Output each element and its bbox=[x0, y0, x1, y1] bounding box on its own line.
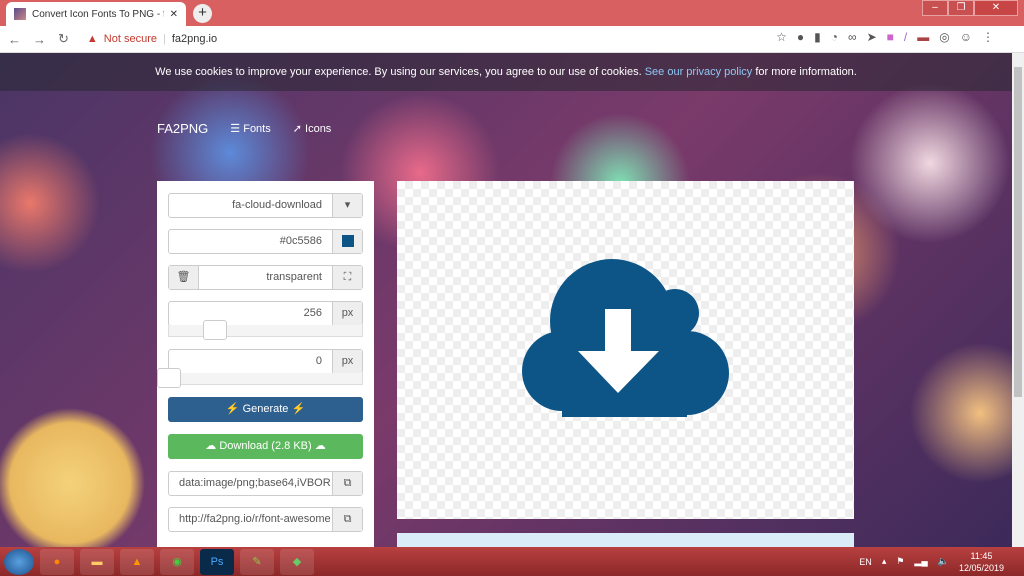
close-tab-icon[interactable]: ✕ bbox=[170, 9, 178, 20]
desc-icon[interactable]: ▬ bbox=[917, 30, 929, 44]
nav-fonts-label: Fonts bbox=[243, 123, 271, 135]
icon-preview bbox=[397, 181, 854, 519]
reload-icon[interactable]: ↻ bbox=[58, 31, 69, 47]
cloud-download-icon bbox=[522, 259, 729, 417]
data-uri-value: data:image/png;base64,iVBOR bbox=[179, 477, 331, 489]
back-icon[interactable]: ← bbox=[8, 32, 21, 47]
browser-tab[interactable]: Convert Icon Fonts To PNG - fa2png ✕ bbox=[6, 2, 186, 26]
generate-button[interactable]: ⚡ Generate ⚡ bbox=[168, 397, 363, 422]
url-text: fa2png.io bbox=[171, 33, 218, 45]
extension-icons: ☆ ● ▮ ◔ ∞ ➤ ■ / ▬ ◎ ☺ ⋮ bbox=[776, 30, 994, 44]
forward-icon[interactable]: → bbox=[33, 32, 46, 47]
infinity-icon[interactable]: ∞ bbox=[848, 30, 857, 44]
scrollbar[interactable] bbox=[1012, 53, 1024, 547]
privacy-policy-link[interactable]: See our privacy policy bbox=[645, 66, 753, 78]
options-panel: fa-cloud-download ▾ #0c5586 🗑 transparent ⛶… bbox=[157, 181, 374, 547]
info-box bbox=[397, 533, 854, 547]
nav-fonts[interactable]: ☰ Fonts bbox=[230, 122, 270, 135]
nav-icons-label: Icons bbox=[305, 123, 332, 135]
data-uri-field[interactable]: data:image/png;base64,iVBOR ⧉ bbox=[168, 471, 363, 496]
restore-button[interactable]: ❐ bbox=[948, 0, 974, 16]
padding-unit: px bbox=[332, 350, 362, 373]
minimize-button[interactable]: – bbox=[922, 0, 948, 16]
show-hidden-icons[interactable]: ▴ bbox=[882, 556, 887, 567]
copy-icon[interactable]: ⧉ bbox=[332, 508, 362, 531]
extension-icon[interactable]: ▮ bbox=[814, 30, 821, 44]
tab-bar: Convert Icon Fonts To PNG - fa2png ✕ + –… bbox=[0, 0, 1024, 26]
brand-logo[interactable]: FA2PNG bbox=[157, 121, 208, 136]
color-swatch[interactable] bbox=[332, 230, 362, 253]
tab-title: Convert Icon Fonts To PNG - fa2png bbox=[32, 8, 164, 20]
url-field[interactable]: ▲ Not secure | fa2png.io bbox=[87, 33, 217, 45]
chrome-icon[interactable]: ◉ bbox=[160, 548, 194, 575]
size-value: 256 bbox=[303, 307, 322, 319]
page: We use cookies to improve your experienc… bbox=[0, 53, 1012, 547]
nav-icons[interactable]: ➚ Icons bbox=[293, 122, 332, 135]
size-input[interactable]: 256 px bbox=[168, 301, 363, 326]
slider-handle[interactable] bbox=[157, 368, 181, 388]
color-icon[interactable]: ■ bbox=[887, 30, 894, 44]
cookie-suffix: for more information. bbox=[755, 66, 857, 78]
photoshop-icon[interactable]: Ps bbox=[200, 548, 234, 575]
not-secure-label[interactable]: Not secure bbox=[104, 33, 157, 45]
copy-icon[interactable]: ⧉ bbox=[332, 472, 362, 495]
background-input[interactable]: 🗑 transparent ⛶ bbox=[168, 265, 363, 290]
language-indicator[interactable]: EN bbox=[859, 557, 872, 567]
start-button[interactable] bbox=[4, 548, 34, 575]
padding-input[interactable]: 0 px bbox=[168, 349, 363, 374]
link-field[interactable]: http://fa2png.io/r/font-awesome ⧉ bbox=[168, 507, 363, 532]
extension-icon[interactable]: ● bbox=[797, 30, 804, 44]
network-icon[interactable]: ▂▄ bbox=[914, 556, 927, 567]
cookie-text: We use cookies to improve your experienc… bbox=[155, 66, 642, 78]
star-icon[interactable]: ☆ bbox=[776, 30, 787, 44]
favicon-icon bbox=[14, 8, 26, 20]
trash-icon[interactable]: 🗑 bbox=[169, 266, 199, 289]
download-button[interactable]: ☁ Download (2.8 KB) ☁ bbox=[168, 434, 363, 459]
system-tray: EN ▴ ⚑ ▂▄ 🔈 11:45 12/05/2019 bbox=[859, 547, 1004, 576]
icon-name-value: fa-cloud-download bbox=[232, 199, 322, 211]
extension-icon[interactable]: ◎ bbox=[939, 30, 949, 44]
taskbar: ● ▬ ▲ ◉ Ps ✎ ◆ EN ▴ ⚑ ▂▄ 🔈 11:45 12/05/20… bbox=[0, 547, 1024, 576]
padding-slider[interactable] bbox=[157, 368, 363, 388]
feather-icon[interactable]: / bbox=[904, 30, 907, 44]
generate-label: Generate bbox=[242, 403, 289, 415]
volume-icon[interactable]: 🔈 bbox=[938, 556, 949, 567]
close-window-button[interactable]: ✕ bbox=[974, 0, 1018, 16]
flag-icon[interactable]: ⚑ bbox=[896, 556, 904, 567]
color-value: #0c5586 bbox=[279, 235, 322, 247]
download-label: Download (2.8 KB) bbox=[219, 440, 312, 452]
warning-icon: ▲ bbox=[86, 33, 98, 45]
vlc-icon[interactable]: ▲ bbox=[120, 548, 154, 575]
speed-icon[interactable]: ◔ bbox=[831, 30, 838, 44]
avatar[interactable]: ☺ bbox=[960, 30, 972, 44]
color-input[interactable]: #0c5586 bbox=[168, 229, 363, 254]
background-value: transparent bbox=[266, 271, 322, 283]
cursor-icon[interactable]: ➤ bbox=[867, 30, 877, 44]
time: 11:45 bbox=[970, 550, 993, 561]
firefox-icon[interactable]: ● bbox=[40, 548, 74, 575]
slider-handle[interactable] bbox=[203, 320, 228, 340]
menu-icon[interactable]: ⋮ bbox=[982, 30, 994, 44]
clock[interactable]: 11:45 12/05/2019 bbox=[959, 550, 1004, 574]
network-app-icon[interactable]: ◆ bbox=[280, 548, 314, 575]
new-tab-button[interactable]: + bbox=[193, 4, 212, 23]
link-value: http://fa2png.io/r/font-awesome bbox=[179, 513, 331, 525]
padding-value: 0 bbox=[315, 355, 322, 367]
explorer-icon[interactable]: ▬ bbox=[80, 548, 114, 575]
chevron-down-icon[interactable]: ▾ bbox=[332, 194, 362, 217]
top-nav: FA2PNG ☰ Fonts ➚ Icons bbox=[157, 121, 331, 136]
cookie-banner: We use cookies to improve your experienc… bbox=[0, 53, 1012, 91]
transparent-toggle-icon[interactable]: ⛶ bbox=[332, 266, 362, 289]
size-slider[interactable] bbox=[168, 320, 363, 340]
icon-select[interactable]: fa-cloud-download ▾ bbox=[168, 193, 363, 218]
date: 12/05/2019 bbox=[958, 562, 1004, 573]
notepad-icon[interactable]: ✎ bbox=[240, 548, 274, 575]
size-unit: px bbox=[332, 302, 362, 325]
